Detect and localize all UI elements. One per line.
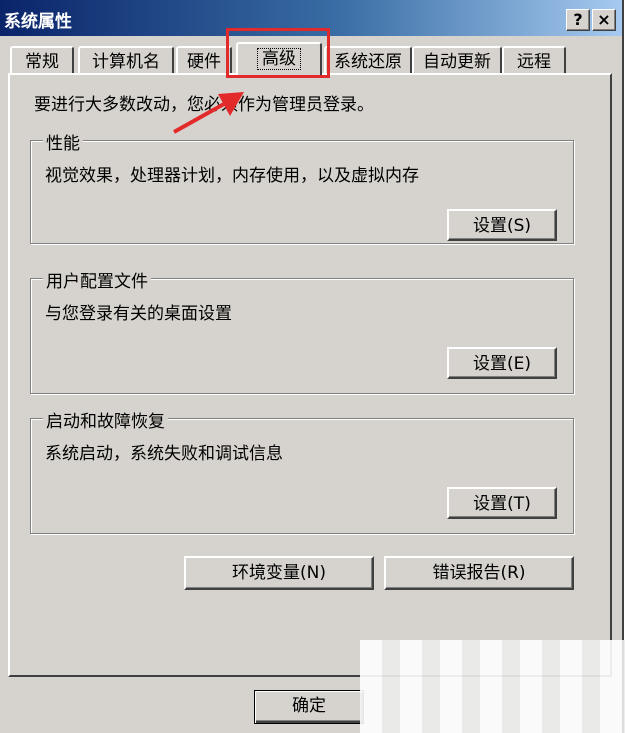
advanced-tab-highlight-box <box>226 28 330 78</box>
tab-remote[interactable]: 远程 <box>502 46 566 74</box>
user-profiles-group: 用户配置文件 与您登录有关的桌面设置 设置(E) <box>30 267 574 394</box>
window-title: 系统属性 <box>4 12 72 32</box>
help-button[interactable]: ? <box>566 9 590 31</box>
ok-button[interactable]: 确定 <box>254 690 364 724</box>
performance-settings-button[interactable]: 设置(S) <box>447 209 557 241</box>
user-profiles-description: 与您登录有关的桌面设置 <box>45 304 232 324</box>
red-arrow-icon <box>173 92 244 134</box>
system-properties-dialog: 系统属性 ? × 常规 计算机名 硬件 高级 系统还原 自动更新 远程 要进行大… <box>0 0 625 733</box>
startup-recovery-settings-button[interactable]: 设置(T) <box>447 487 557 519</box>
user-profiles-group-title: 用户配置文件 <box>43 267 151 292</box>
startup-recovery-group: 启动和故障恢复 系统启动，系统失败和调试信息 设置(T) <box>30 407 574 534</box>
tab-system-restore[interactable]: 系统还原 <box>324 46 412 74</box>
tab-hardware[interactable]: 硬件 <box>176 46 232 74</box>
watermark-overlay <box>360 640 625 733</box>
tab-general[interactable]: 常规 <box>10 46 74 74</box>
tab-computer-name[interactable]: 计算机名 <box>78 46 174 74</box>
close-button[interactable]: × <box>592 9 616 31</box>
performance-description: 视觉效果，处理器计划，内存使用，以及虚拟内存 <box>45 166 419 186</box>
startup-recovery-description: 系统启动，系统失败和调试信息 <box>45 444 283 464</box>
tab-automatic-updates[interactable]: 自动更新 <box>412 46 502 74</box>
performance-group-title: 性能 <box>43 129 83 154</box>
startup-recovery-group-title: 启动和故障恢复 <box>43 407 168 432</box>
error-reporting-button[interactable]: 错误报告(R) <box>384 556 574 590</box>
performance-group: 性能 视觉效果，处理器计划，内存使用，以及虚拟内存 设置(S) <box>30 129 574 244</box>
user-profiles-settings-button[interactable]: 设置(E) <box>447 347 557 379</box>
environment-variables-button[interactable]: 环境变量(N) <box>184 556 374 590</box>
